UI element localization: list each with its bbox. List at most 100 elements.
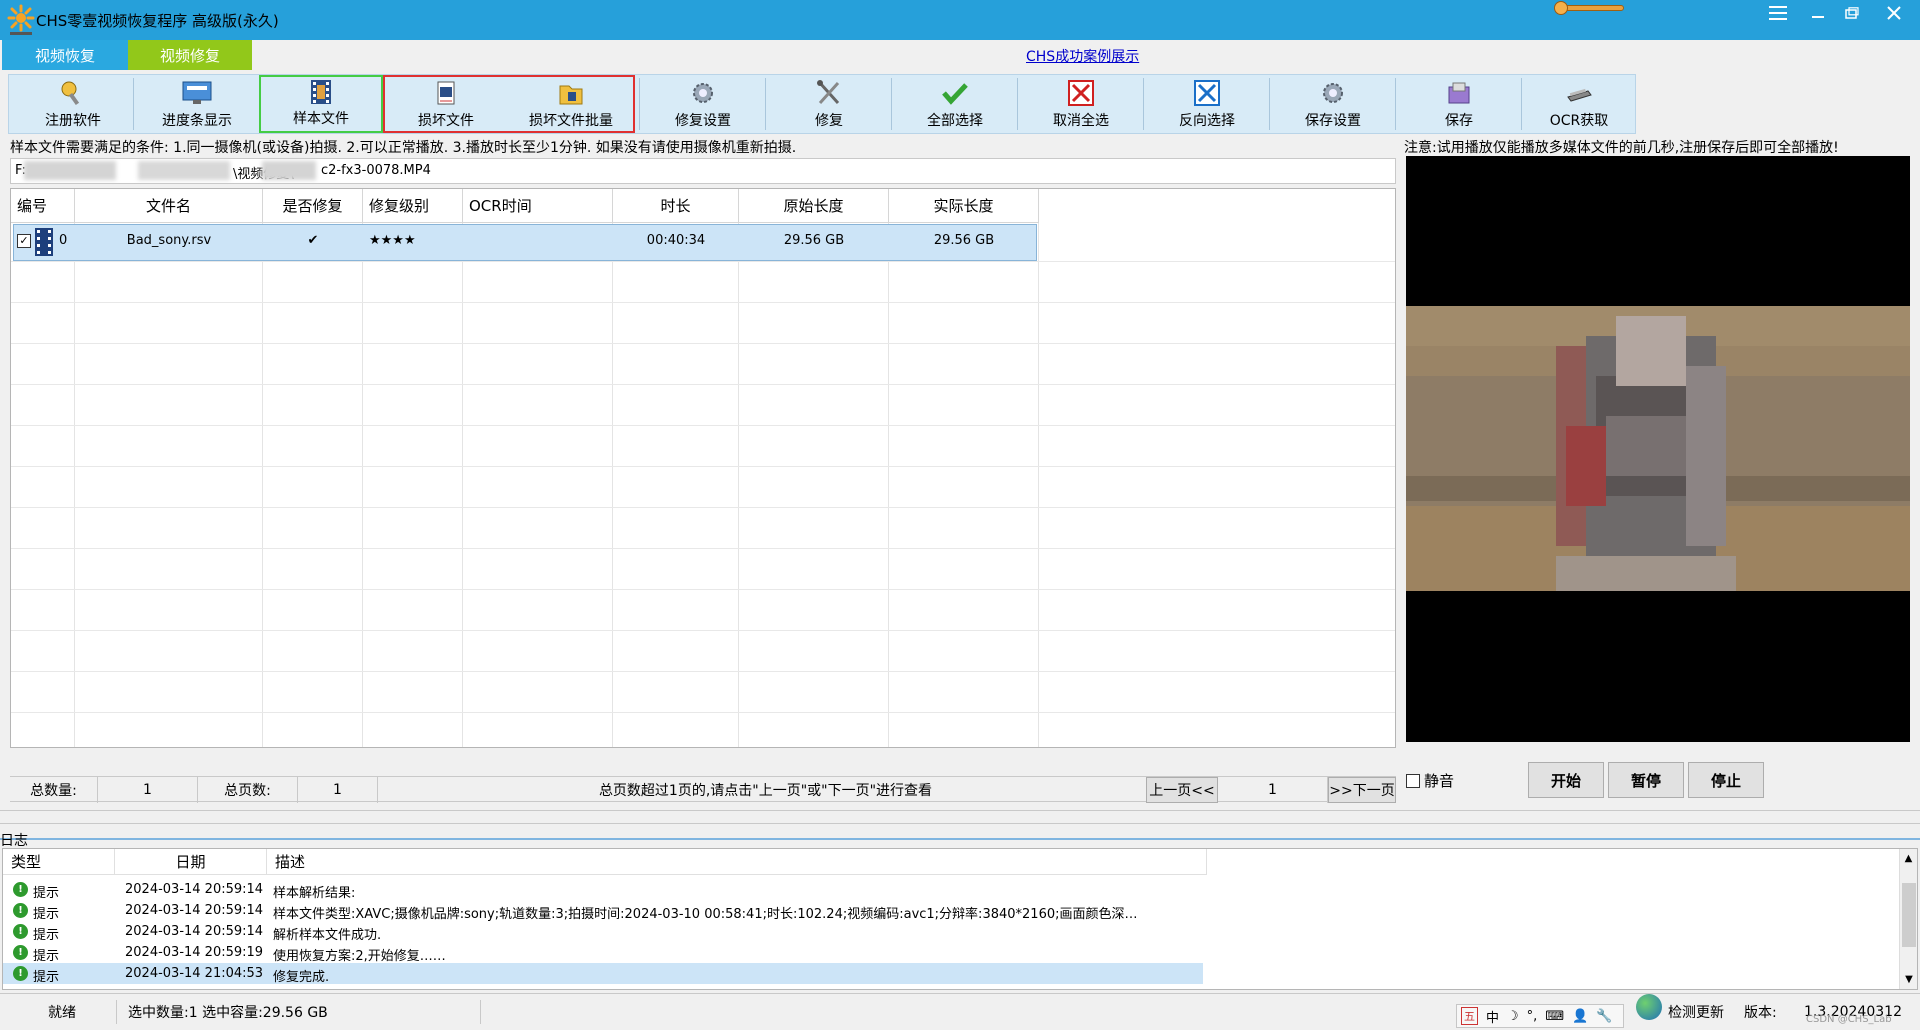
damaged-batch-button[interactable]: 损坏文件批量 xyxy=(509,75,633,133)
path-suffix: c2-fx3-0078.MP4 xyxy=(321,163,431,178)
col-actual-size[interactable]: 实际长度 xyxy=(889,189,1039,223)
log-row[interactable]: ! 提示 2024-03-14 20:59:14 样本解析结果: xyxy=(3,879,1203,901)
watermark: CSDN @CHS_Lab xyxy=(1806,1014,1892,1025)
next-page-button[interactable]: >>下一页 xyxy=(1328,777,1396,803)
scroll-thumb[interactable] xyxy=(1902,883,1916,947)
mute-box[interactable] xyxy=(1406,773,1420,788)
row-level: ★★★★ xyxy=(369,233,416,248)
pause-button[interactable]: 暂停 xyxy=(1608,762,1684,798)
log-label: 日志 xyxy=(0,833,28,849)
row-filename: Bad_sony.rsv xyxy=(126,233,212,248)
col-filename[interactable]: 文件名 xyxy=(75,189,263,223)
log-col-desc[interactable]: 描述 xyxy=(267,849,1207,875)
save-settings-button[interactable]: 保存设置 xyxy=(1271,75,1395,133)
prev-page-button[interactable]: 上一页<< xyxy=(1146,777,1218,803)
col-level[interactable]: 修复级别 xyxy=(363,189,463,223)
col-duration[interactable]: 时长 xyxy=(613,189,739,223)
info-icon: ! xyxy=(13,882,28,897)
moon-icon[interactable]: ☽ xyxy=(1507,1009,1519,1024)
deselect-all-button[interactable]: 取消全选 xyxy=(1019,75,1143,133)
scroll-down-icon[interactable]: ▼ xyxy=(1900,974,1917,985)
invert-selection-button[interactable]: 反向选择 xyxy=(1145,75,1269,133)
check-update-button[interactable]: 检测更新 xyxy=(1668,994,1724,1030)
row-id: 0 xyxy=(59,233,68,248)
ocr-button[interactable]: OCR获取 xyxy=(1523,75,1635,133)
ime-chinese-icon[interactable]: 中 xyxy=(1486,1007,1499,1026)
keyboard-icon[interactable]: ⌨ xyxy=(1545,1009,1564,1024)
repair-button[interactable]: 修复 xyxy=(767,75,891,133)
col-ocr-time[interactable]: OCR时间 xyxy=(463,189,613,223)
log-row-selected[interactable]: ! 提示 2024-03-14 21:04:53 修复完成. xyxy=(3,963,1203,985)
title-bar: CHS零壹视频恢复程序 高级版(永久) xyxy=(0,0,1920,40)
monitor-icon xyxy=(179,78,215,108)
scroll-up-icon[interactable]: ▲ xyxy=(1900,853,1917,864)
row-checkbox[interactable]: ✓ xyxy=(17,234,31,248)
log-desc: 样本解析结果: xyxy=(273,886,356,901)
video-preview[interactable] xyxy=(1406,156,1910,742)
col-id[interactable]: 编号 xyxy=(11,189,75,223)
tab-video-repair[interactable]: 视频修复 xyxy=(128,40,252,70)
disk-icon xyxy=(1441,78,1477,108)
deselect-all-label: 取消全选 xyxy=(1053,113,1109,129)
col-repaired[interactable]: 是否修复 xyxy=(263,189,363,223)
log-row[interactable]: ! 提示 2024-03-14 20:59:19 使用恢复方案:2,开始修复…… xyxy=(3,942,1203,964)
minimize-icon[interactable] xyxy=(1800,0,1836,26)
log-date: 2024-03-14 21:04:53 xyxy=(125,966,264,981)
col-original-size[interactable]: 原始长度 xyxy=(739,189,889,223)
window-title: CHS零壹视频恢复程序 高级版(永久) xyxy=(36,12,279,30)
total-pages-value: 1 xyxy=(298,777,378,803)
user-icon[interactable]: 👤 xyxy=(1572,1009,1588,1024)
log-date: 2024-03-14 20:59:19 xyxy=(125,945,264,960)
log-col-type[interactable]: 类型 xyxy=(3,849,115,875)
save-gear-icon xyxy=(1315,78,1351,108)
damaged-file-button[interactable]: 损坏文件 xyxy=(385,75,507,133)
log-type: 提示 xyxy=(33,928,60,943)
tab-video-recovery[interactable]: 视频恢复 xyxy=(2,40,128,70)
invert-selection-label: 反向选择 xyxy=(1179,113,1235,129)
sample-file-button[interactable]: 样本文件 xyxy=(259,75,383,133)
repair-label: 修复 xyxy=(815,113,843,129)
mute-checkbox[interactable]: 静音 xyxy=(1406,770,1454,791)
log-col-date[interactable]: 日期 xyxy=(115,849,267,875)
log-type: 提示 xyxy=(33,970,60,985)
register-button[interactable]: 注册软件 xyxy=(13,75,133,133)
app-logo-icon xyxy=(7,4,35,35)
pager-bar: 总数量: 1 总页数: 1 总页数超过1页的,请点击"上一页"或"下一页"进行查… xyxy=(10,776,1396,803)
save-button[interactable]: 保存 xyxy=(1397,75,1521,133)
status-selection: 选中数量:1 选中容量:29.56 GB xyxy=(128,1005,328,1021)
progress-display-label: 进度条显示 xyxy=(162,113,232,129)
sample-file-label: 样本文件 xyxy=(293,111,349,127)
stop-button[interactable]: 停止 xyxy=(1688,762,1764,798)
select-all-button[interactable]: 全部选择 xyxy=(893,75,1017,133)
pixelated-frame-image xyxy=(1406,306,1910,591)
repair-settings-button[interactable]: 修复设置 xyxy=(641,75,765,133)
start-button[interactable]: 开始 xyxy=(1528,762,1604,798)
row-actual-size: 29.56 GB xyxy=(933,233,995,248)
redacted-path-part xyxy=(24,161,116,180)
menu-icon[interactable] xyxy=(1760,0,1796,26)
case-showcase-link[interactable]: CHS成功案例展示 xyxy=(1026,46,1139,66)
opacity-slider-knob[interactable] xyxy=(1554,1,1568,15)
restore-icon[interactable] xyxy=(1834,0,1870,26)
progress-display-button[interactable]: 进度条显示 xyxy=(135,75,259,133)
log-desc: 解析样本文件成功. xyxy=(273,928,382,943)
red-x-icon xyxy=(1063,78,1099,108)
log-desc: 修复完成. xyxy=(273,970,330,985)
globe-icon xyxy=(1636,994,1662,1020)
log-row[interactable]: ! 提示 2024-03-14 20:59:14 解析样本文件成功. xyxy=(3,921,1203,943)
check-icon xyxy=(937,78,973,108)
row-repaired: ✔ xyxy=(307,233,319,248)
current-page-value[interactable]: 1 xyxy=(1218,777,1328,803)
register-label: 注册软件 xyxy=(45,113,101,129)
wrench-icon[interactable]: 🔧 xyxy=(1596,1009,1612,1024)
log-scrollbar[interactable]: ▲ ▼ xyxy=(1899,849,1917,989)
status-ready: 就绪 xyxy=(48,1005,76,1021)
total-pages-label: 总页数: xyxy=(198,777,298,803)
close-icon[interactable] xyxy=(1876,0,1912,26)
pager-note: 总页数超过1页的,请点击"上一页"或"下一页"进行查看 xyxy=(378,777,1154,803)
log-row[interactable]: ! 提示 2024-03-14 20:59:14 样本文件类型:XAVC;摄像机… xyxy=(3,900,1203,922)
ime-tray[interactable]: 五 中 ☽ °, ⌨ 👤 🔧 xyxy=(1456,1004,1624,1028)
ime-mode-icon[interactable]: 五 xyxy=(1461,1007,1478,1025)
redacted-path-part xyxy=(262,161,316,180)
punctuation-icon[interactable]: °, xyxy=(1527,1009,1538,1024)
